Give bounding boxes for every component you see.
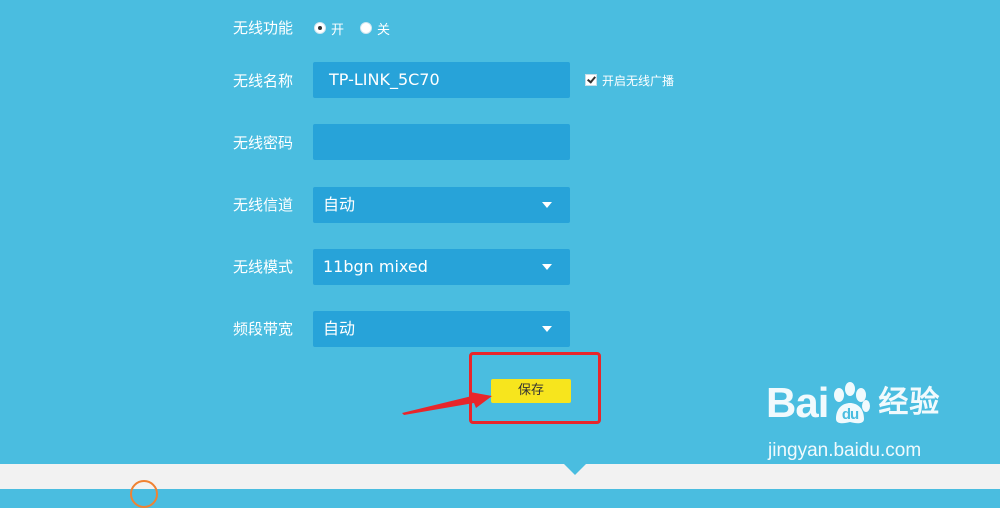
wireless-off-label[interactable]: 关 bbox=[377, 19, 390, 38]
wireless-on-label[interactable]: 开 bbox=[331, 19, 344, 38]
jingyan-logo-text: 经验 bbox=[878, 385, 941, 420]
wireless-on-radio[interactable] bbox=[314, 22, 326, 34]
bandwidth-select-value: 自动 bbox=[323, 319, 356, 338]
ssid-input[interactable]: TP-LINK_5C70 bbox=[313, 62, 570, 98]
save-button[interactable]: 保存 bbox=[491, 379, 571, 403]
bandwidth-label: 频段带宽 bbox=[233, 320, 294, 338]
wireless-settings-panel: 无线功能 开 关 无线名称 TP-LINK_5C70 开启无线广播 无线密码 无… bbox=[0, 0, 1000, 464]
mode-select[interactable]: 11bgn mixed bbox=[313, 249, 570, 285]
baidu-logo: Bai du 经验 bbox=[766, 378, 940, 428]
broadcast-checkbox[interactable] bbox=[585, 74, 597, 86]
broadcast-checkbox-group: 开启无线广播 bbox=[585, 71, 674, 89]
mode-label: 无线模式 bbox=[233, 258, 294, 276]
password-label: 无线密码 bbox=[233, 134, 294, 152]
baidu-jingyan-watermark: Bai du 经验 jingyan.baidu.com bbox=[766, 378, 956, 468]
wireless-function-radio-group: 开 关 bbox=[314, 18, 406, 38]
mode-select-value: 11bgn mixed bbox=[323, 257, 428, 276]
broadcast-label[interactable]: 开启无线广播 bbox=[602, 72, 674, 89]
chevron-down-icon bbox=[542, 202, 552, 208]
svg-text:du: du bbox=[842, 406, 859, 423]
help-icon[interactable] bbox=[130, 480, 158, 508]
paw-icon: du bbox=[834, 382, 871, 424]
watermark-url: jingyan.baidu.com bbox=[768, 440, 922, 461]
chevron-down-icon bbox=[542, 264, 552, 270]
red-arrow-icon bbox=[402, 392, 492, 415]
chevron-down-icon bbox=[542, 326, 552, 332]
wireless-function-label: 无线功能 bbox=[233, 19, 294, 37]
channel-select-value: 自动 bbox=[323, 195, 356, 214]
ssid-label: 无线名称 bbox=[233, 72, 294, 90]
wireless-off-radio[interactable] bbox=[360, 22, 373, 34]
password-input[interactable] bbox=[313, 124, 570, 160]
bandwidth-select[interactable]: 自动 bbox=[313, 311, 570, 347]
channel-select[interactable]: 自动 bbox=[313, 187, 570, 223]
baidu-logo-text-left: Bai bbox=[766, 379, 829, 426]
footer-pointer-notch bbox=[564, 464, 586, 475]
channel-label: 无线信道 bbox=[233, 196, 294, 214]
